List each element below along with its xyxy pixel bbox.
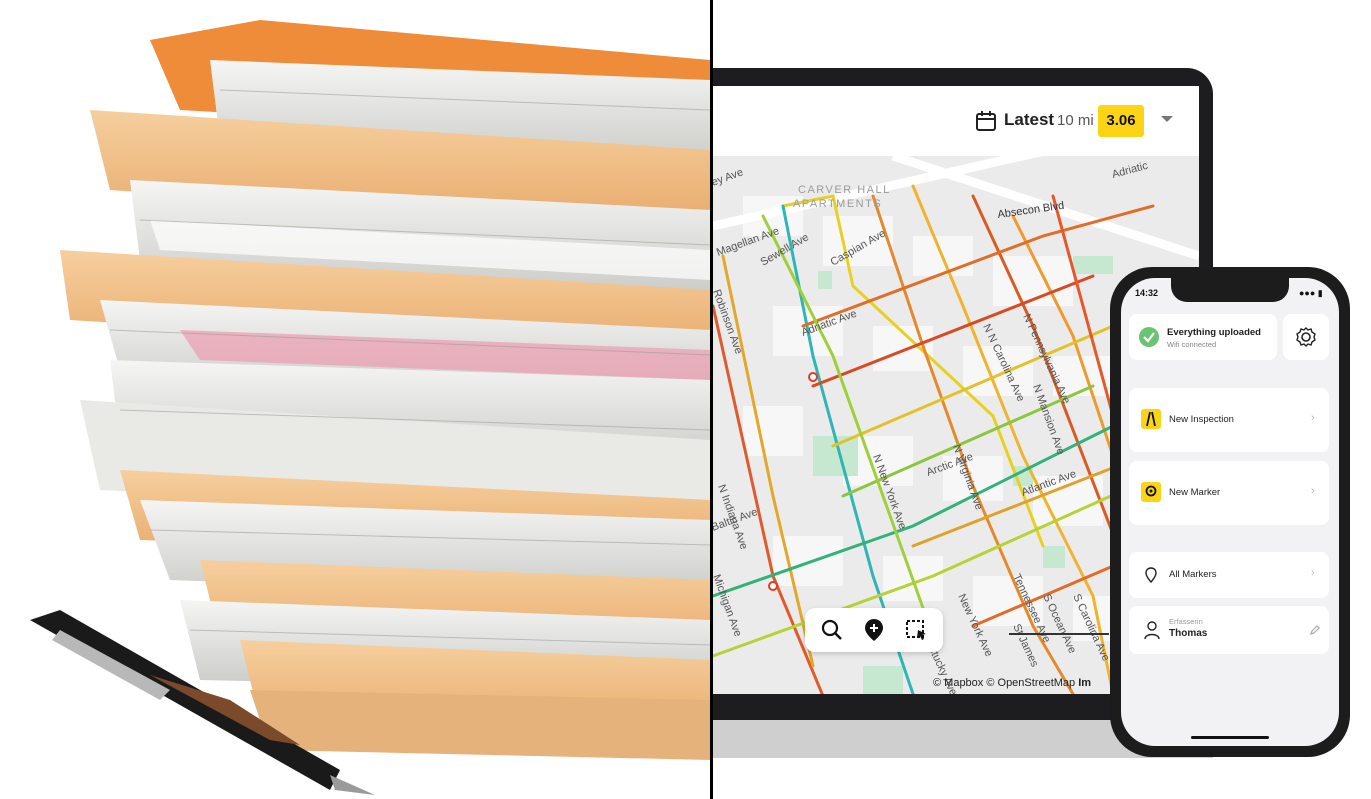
add-marker-icon[interactable] [861,617,887,643]
edit-pencil-icon[interactable] [1309,624,1321,636]
map-top-bar: Latest 10 mi 3.06 [713,86,1199,156]
status-time: 14:32 [1135,288,1159,298]
home-indicator [1191,736,1269,739]
upload-status-subtitle: Wifi connected [1167,340,1217,349]
upload-status-card: Everything uploaded Wifi connected [1129,314,1277,360]
chevron-down-icon[interactable] [1161,116,1173,122]
svg-text:CARVER HALL: CARVER HALL [798,184,891,196]
phone-notch [1171,278,1289,302]
all-markers-button[interactable]: All Markers › [1129,552,1329,598]
calendar-icon[interactable] [975,110,997,132]
check-icon [1139,327,1159,347]
settings-button[interactable] [1283,314,1329,360]
pin-outline-icon [1145,567,1157,583]
chevron-right-icon: › [1311,412,1315,424]
road-icon [1141,409,1161,429]
svg-text:APARTMENTS: APARTMENTS [793,198,882,210]
menu-item-label: New Inspection [1169,414,1234,425]
paper-stack-illustration [0,0,710,799]
distance-value: 10 mi [1057,112,1094,129]
upload-status-title: Everything uploaded [1167,327,1261,338]
user-role-label: Erfasserin [1169,617,1203,626]
score-badge: 3.06 [1098,105,1144,137]
map-toolbar [805,608,943,652]
chevron-right-icon: › [1311,567,1315,579]
phone-screen: 14:32 ●●● ▮ Everything uploaded Wifi con… [1121,278,1339,746]
map-scale-bar [1009,633,1109,635]
user-name: Thomas [1169,628,1208,639]
user-icon [1144,621,1160,640]
status-icons: ●●● ▮ [1299,288,1323,298]
menu-item-label: All Markers [1169,569,1217,580]
date-filter-label[interactable]: Latest [1004,110,1054,130]
marker-icon [1141,482,1161,502]
new-marker-button[interactable]: New Marker › [1129,461,1329,525]
search-icon[interactable] [819,617,845,643]
menu-item-label: New Marker [1169,487,1221,498]
user-card[interactable]: Erfasserin Thomas [1129,606,1329,654]
area-select-icon[interactable] [903,617,929,643]
gear-icon [1296,327,1316,347]
map-attribution[interactable]: © Mapbox © OpenStreetMap Im [933,677,1091,689]
new-inspection-button[interactable]: New Inspection › [1129,388,1329,452]
chevron-right-icon: › [1311,485,1315,497]
